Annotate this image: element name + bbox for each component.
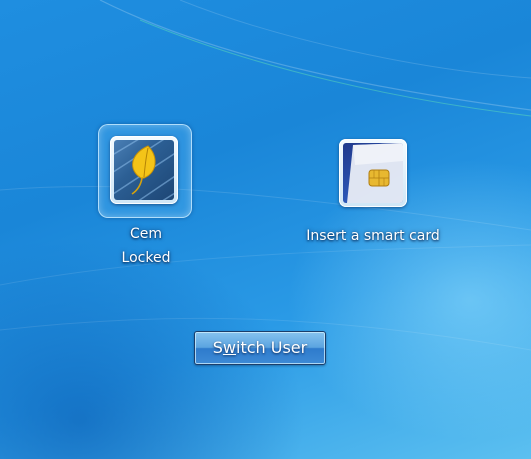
background-swooshes — [0, 0, 531, 351]
smart-card-icon — [343, 143, 403, 203]
user-status: Locked — [121, 250, 171, 266]
smartcard-tile-frame — [337, 136, 409, 208]
smartcard-picture-frame[interactable] — [339, 139, 407, 207]
user-picture-leaf-icon — [114, 140, 174, 200]
smartcard-label: Insert a smart card — [306, 228, 440, 244]
switch-user-accelerator-key: w — [222, 338, 237, 357]
switch-user-button[interactable]: Switch User — [194, 331, 326, 365]
switch-user-label-end: itch User — [236, 338, 308, 357]
user-tile-frame — [98, 124, 194, 220]
switch-user-label-start: S — [212, 338, 223, 357]
user-name: Cem — [129, 226, 163, 242]
user-picture-frame[interactable] — [110, 136, 178, 204]
user-tile-cem[interactable]: Cem Locked — [88, 124, 204, 268]
smartcard-tile[interactable]: Insert a smart card — [298, 136, 448, 246]
